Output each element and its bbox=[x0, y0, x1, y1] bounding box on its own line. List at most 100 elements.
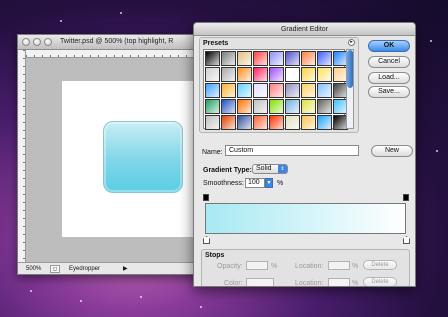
gradient-type-label: Gradient Type: bbox=[203, 167, 252, 174]
opacity-stop-left[interactable] bbox=[203, 194, 209, 201]
smoothness-dropdown-icon[interactable]: ▼ bbox=[265, 178, 273, 188]
gradient-editor-dialog: Gradient Editor Presets ▸ OK Cancel Load… bbox=[193, 22, 416, 287]
ok-button[interactable]: OK bbox=[368, 40, 410, 52]
preset-swatch[interactable] bbox=[301, 115, 316, 130]
preset-swatch[interactable] bbox=[221, 115, 236, 130]
color-stop-left[interactable] bbox=[203, 236, 210, 244]
opacity-location-unit: % bbox=[352, 263, 359, 270]
close-window-icon[interactable] bbox=[22, 38, 30, 46]
preset-swatch[interactable] bbox=[301, 83, 316, 98]
preset-swatch[interactable] bbox=[237, 99, 252, 114]
color-well[interactable] bbox=[246, 278, 274, 286]
name-label: Name: bbox=[202, 149, 223, 156]
zoom-level[interactable]: 500% bbox=[26, 266, 50, 272]
preset-swatch[interactable] bbox=[205, 115, 220, 130]
preset-swatch[interactable] bbox=[285, 83, 300, 98]
vertical-ruler[interactable] bbox=[18, 50, 26, 262]
color-delete-button[interactable]: Delete bbox=[363, 277, 397, 286]
gradient-preview-bar[interactable] bbox=[205, 203, 406, 234]
document-statusbar: 500% ◻ Eyedropper ▶ bbox=[18, 262, 201, 274]
preset-swatch[interactable] bbox=[301, 51, 316, 66]
preset-swatch[interactable] bbox=[301, 99, 316, 114]
star bbox=[430, 40, 432, 42]
status-arrow-icon[interactable]: ▶ bbox=[123, 265, 128, 272]
document-canvas[interactable] bbox=[62, 81, 204, 237]
opacity-input[interactable] bbox=[246, 261, 268, 270]
preset-swatch[interactable] bbox=[253, 83, 268, 98]
gradient-type-select[interactable]: Solid ⇕ bbox=[252, 164, 288, 174]
save-button[interactable]: Save... bbox=[368, 86, 410, 98]
preset-swatch[interactable] bbox=[237, 115, 252, 130]
preset-swatch[interactable] bbox=[269, 51, 284, 66]
preset-swatch[interactable] bbox=[285, 99, 300, 114]
document-title: Twitter.psd @ 500% (top highlight, R bbox=[60, 38, 174, 45]
rounded-square-shape[interactable] bbox=[103, 121, 183, 193]
preset-swatch[interactable] bbox=[317, 115, 332, 130]
preset-swatch[interactable] bbox=[285, 67, 300, 82]
preset-swatch[interactable] bbox=[317, 83, 332, 98]
preset-swatch[interactable] bbox=[221, 83, 236, 98]
preset-swatch[interactable] bbox=[253, 51, 268, 66]
preset-swatch[interactable] bbox=[205, 83, 220, 98]
minimize-window-icon[interactable] bbox=[33, 38, 41, 46]
preset-swatch[interactable] bbox=[221, 99, 236, 114]
preset-swatch[interactable] bbox=[205, 99, 220, 114]
preset-swatch[interactable] bbox=[269, 115, 284, 130]
preset-swatch[interactable] bbox=[317, 99, 332, 114]
preset-swatch[interactable] bbox=[221, 67, 236, 82]
zoom-window-icon[interactable] bbox=[44, 38, 52, 46]
opacity-stop-right[interactable] bbox=[403, 194, 409, 201]
load-button[interactable]: Load... bbox=[368, 72, 410, 84]
preset-swatch[interactable] bbox=[285, 51, 300, 66]
star bbox=[436, 150, 438, 152]
preset-swatch[interactable] bbox=[269, 99, 284, 114]
preset-swatch[interactable] bbox=[301, 67, 316, 82]
gradient-type-value: Solid bbox=[256, 165, 272, 172]
preset-swatch[interactable] bbox=[237, 83, 252, 98]
preset-swatch[interactable] bbox=[253, 67, 268, 82]
smoothness-unit: % bbox=[277, 180, 284, 187]
canvas-area[interactable] bbox=[26, 59, 204, 262]
opacity-label: Opacity: bbox=[217, 263, 243, 270]
preset-swatch[interactable] bbox=[253, 115, 268, 130]
preset-swatch[interactable] bbox=[253, 99, 268, 114]
name-input[interactable]: Custom bbox=[225, 145, 359, 156]
horizontal-ruler[interactable] bbox=[26, 50, 201, 58]
star bbox=[140, 296, 142, 298]
star bbox=[200, 306, 202, 308]
opacity-delete-button[interactable]: Delete bbox=[363, 260, 397, 270]
preset-swatch[interactable] bbox=[269, 67, 284, 82]
opacity-unit: % bbox=[271, 263, 278, 270]
preset-swatch[interactable] bbox=[205, 51, 220, 66]
preset-swatch[interactable] bbox=[317, 51, 332, 66]
preset-swatch[interactable] bbox=[237, 51, 252, 66]
preset-swatch[interactable] bbox=[269, 83, 284, 98]
document-window: Twitter.psd @ 500% (top highlight, R 500… bbox=[17, 34, 204, 275]
color-location-input[interactable] bbox=[328, 278, 350, 286]
star bbox=[80, 300, 82, 302]
preset-swatch[interactable] bbox=[221, 51, 236, 66]
presets-menu-icon[interactable]: ▸ bbox=[348, 39, 355, 46]
current-tool-label: Eyedropper bbox=[69, 265, 101, 272]
star bbox=[60, 20, 62, 22]
opacity-location-label: Location: bbox=[295, 263, 324, 270]
color-stop-right[interactable] bbox=[403, 236, 410, 244]
presets-label: Presets bbox=[203, 40, 229, 47]
opacity-location-input[interactable] bbox=[328, 261, 350, 270]
presets-scrollbar[interactable] bbox=[346, 49, 354, 129]
stops-label: Stops bbox=[205, 252, 225, 259]
smoothness-input[interactable]: 100 bbox=[245, 178, 265, 188]
scrollbar-thumb[interactable] bbox=[347, 50, 353, 88]
preset-swatch[interactable] bbox=[285, 115, 300, 130]
preset-swatch[interactable] bbox=[205, 67, 220, 82]
document-titlebar[interactable]: Twitter.psd @ 500% (top highlight, R bbox=[18, 35, 201, 50]
cancel-button[interactable]: Cancel bbox=[368, 56, 410, 68]
star bbox=[30, 290, 32, 292]
star bbox=[120, 12, 122, 14]
preset-swatch[interactable] bbox=[317, 67, 332, 82]
dialog-title: Gradient Editor bbox=[194, 23, 415, 36]
new-button[interactable]: New bbox=[371, 145, 413, 157]
select-arrows-icon: ⇕ bbox=[278, 165, 287, 173]
preset-swatch[interactable] bbox=[237, 67, 252, 82]
status-menu-icon[interactable]: ◻ bbox=[50, 264, 60, 273]
